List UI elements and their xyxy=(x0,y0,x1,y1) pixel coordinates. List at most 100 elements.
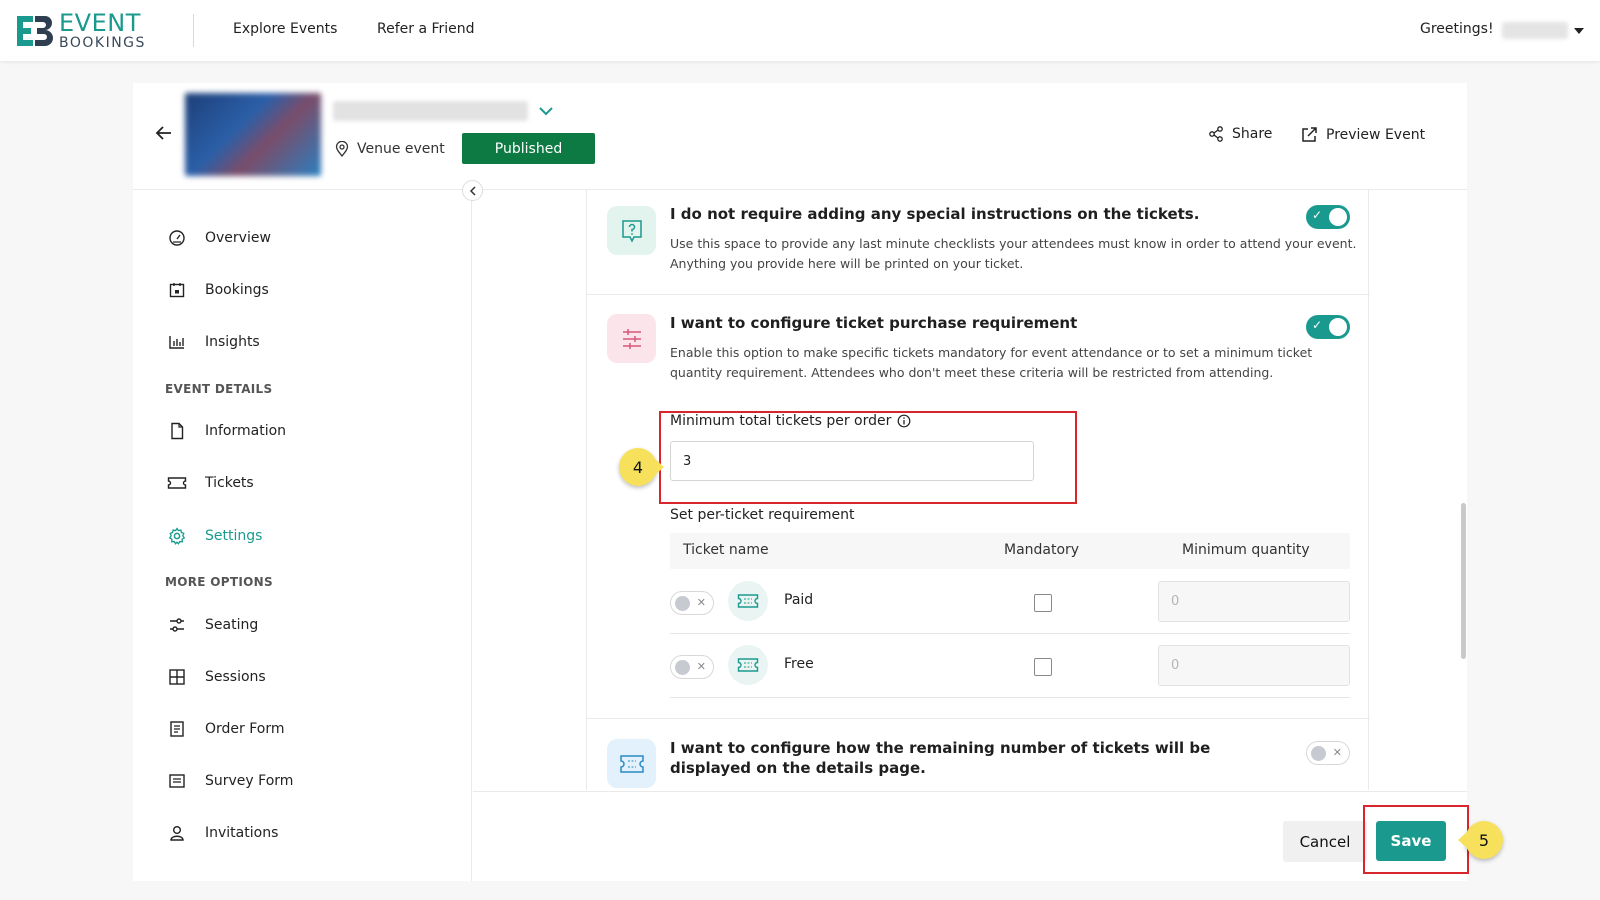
sidebar-item-overview[interactable]: Overview xyxy=(167,228,271,248)
ticket-icon xyxy=(167,473,187,493)
sidebar-item-label: Overview xyxy=(205,230,271,246)
gauge-icon xyxy=(167,228,187,248)
table-row: ✕ Free 0 xyxy=(670,634,1350,698)
document-icon xyxy=(167,421,187,441)
ticket-name: Paid xyxy=(784,592,814,608)
share-icon xyxy=(1209,126,1223,142)
column-mandatory: Mandatory xyxy=(1004,542,1080,558)
nav-explore-events[interactable]: Explore Events xyxy=(233,21,337,37)
preview-event-label: Preview Event xyxy=(1326,126,1426,143)
table-row: ✕ Paid 0 xyxy=(670,570,1350,634)
sidebar-item-label: Bookings xyxy=(205,282,269,298)
purchase-requirement-toggle[interactable]: ✓ xyxy=(1306,315,1350,339)
preview-event-button[interactable]: Preview Event xyxy=(1301,126,1425,143)
paid-min-quantity-input[interactable]: 0 xyxy=(1158,581,1350,622)
user-name-blurred[interactable] xyxy=(1502,22,1568,39)
checkmark-icon: ✓ xyxy=(1312,208,1323,222)
ticket-icon xyxy=(607,739,656,788)
ticket-table-header: Ticket name Mandatory Minimum quantity xyxy=(670,533,1350,569)
share-label: Share xyxy=(1232,126,1273,142)
remaining-tickets-section: I want to configure how the remaining nu… xyxy=(587,720,1370,790)
sidebar-item-label: Settings xyxy=(205,528,263,544)
column-minimum-quantity: Minimum quantity xyxy=(1182,542,1310,558)
purchase-requirement-section: I want to configure ticket purchase requ… xyxy=(587,296,1370,719)
grid-icon xyxy=(167,667,187,687)
sliders-icon xyxy=(167,615,187,635)
nav-refer-friend[interactable]: Refer a Friend xyxy=(377,21,475,37)
external-link-icon xyxy=(1302,127,1317,142)
sidebar-item-tickets[interactable]: Tickets xyxy=(167,473,254,493)
instructions-title: I do not require adding any special inst… xyxy=(670,205,1200,223)
calendar-icon xyxy=(167,280,187,300)
logo-text-bookings: BOOKINGS xyxy=(59,35,146,51)
scrollbar[interactable] xyxy=(1461,503,1466,659)
sidebar-item-insights[interactable]: Insights xyxy=(167,332,260,352)
sidebar-item-information[interactable]: Information xyxy=(167,421,286,441)
sidebar-item-label: Invitations xyxy=(205,825,279,841)
callout-step-5: 5 xyxy=(1458,821,1503,859)
purchase-requirement-description: Enable this option to make specific tick… xyxy=(670,345,1313,380)
event-details-heading: EVENT DETAILS xyxy=(165,382,273,396)
close-icon: ✕ xyxy=(696,660,706,673)
gear-icon xyxy=(167,526,187,546)
sidebar-item-seating[interactable]: Seating xyxy=(167,615,258,635)
logo-mark-icon xyxy=(17,15,53,46)
cancel-button[interactable]: Cancel xyxy=(1283,821,1367,862)
sidebar-item-survey-form[interactable]: Survey Form xyxy=(167,771,293,791)
event-title-blurred xyxy=(333,101,528,121)
brand-logo[interactable]: EVENT BOOKINGS xyxy=(15,11,146,50)
sidebar-item-label: Order Form xyxy=(205,721,285,737)
form-icon xyxy=(167,719,187,739)
close-icon: ✕ xyxy=(1332,746,1342,759)
callout-step-4-number: 4 xyxy=(632,457,644,477)
free-mandatory-checkbox[interactable] xyxy=(1034,658,1052,676)
sidebar-item-label: Sessions xyxy=(205,669,266,685)
user-menu-caret-icon[interactable] xyxy=(1574,28,1584,34)
event-header: Venue event Published Share Preview Even… xyxy=(133,83,1467,190)
checkmark-icon: ✓ xyxy=(1312,318,1323,332)
paid-ticket-toggle[interactable]: ✕ xyxy=(670,591,714,615)
paid-mandatory-checkbox[interactable] xyxy=(1034,594,1052,612)
instructions-description: Use this space to provide any last minut… xyxy=(670,236,1357,271)
bar-chart-icon xyxy=(167,332,187,352)
chevron-down-icon[interactable] xyxy=(538,105,554,117)
share-button[interactable]: Share xyxy=(1208,126,1272,142)
ticket-name: Free xyxy=(784,656,814,672)
collapse-sidebar-button[interactable] xyxy=(462,180,483,201)
instructions-section: I do not require adding any special inst… xyxy=(587,190,1370,295)
status-badge[interactable]: Published xyxy=(462,133,595,164)
column-ticket-name: Ticket name xyxy=(683,542,769,558)
per-ticket-requirement-label: Set per-ticket requirement xyxy=(670,507,855,523)
person-icon xyxy=(167,823,187,843)
event-thumbnail xyxy=(185,93,321,176)
sidebar-item-label: Insights xyxy=(205,334,260,350)
location-pin-icon xyxy=(335,141,349,157)
survey-icon xyxy=(167,771,187,791)
chevron-left-icon xyxy=(469,185,476,196)
highlight-min-tickets xyxy=(659,411,1077,504)
top-navbar: EVENT BOOKINGS Explore Events Refer a Fr… xyxy=(0,0,1600,61)
highlight-save xyxy=(1363,805,1469,874)
ticket-icon xyxy=(728,581,768,621)
back-arrow-icon[interactable] xyxy=(155,124,173,142)
sidebar-item-settings[interactable]: Settings xyxy=(167,526,262,546)
free-ticket-toggle[interactable]: ✕ xyxy=(670,655,714,679)
sidebar-item-label: Survey Form xyxy=(205,773,294,789)
close-icon: ✕ xyxy=(696,596,706,609)
logo-text-event: EVENT xyxy=(59,9,141,37)
sidebar-item-bookings[interactable]: Bookings xyxy=(167,280,269,300)
sidebar-item-label: Information xyxy=(205,423,287,439)
venue-type-label: Venue event xyxy=(357,141,445,157)
sidebar-item-label: Tickets xyxy=(205,475,254,491)
greeting-text: Greetings! xyxy=(1420,21,1494,37)
remaining-tickets-toggle[interactable]: ✕ xyxy=(1306,741,1350,765)
sidebar-item-invitations[interactable]: Invitations xyxy=(167,823,278,843)
instructions-toggle[interactable]: ✓ xyxy=(1306,205,1350,229)
help-message-icon xyxy=(607,206,656,255)
venue-type: Venue event xyxy=(335,141,445,157)
sliders-icon xyxy=(607,314,656,363)
more-options-heading: MORE OPTIONS xyxy=(165,575,273,589)
sidebar-item-sessions[interactable]: Sessions xyxy=(167,667,266,687)
free-min-quantity-input[interactable]: 0 xyxy=(1158,645,1350,686)
sidebar-item-order-form[interactable]: Order Form xyxy=(167,719,285,739)
